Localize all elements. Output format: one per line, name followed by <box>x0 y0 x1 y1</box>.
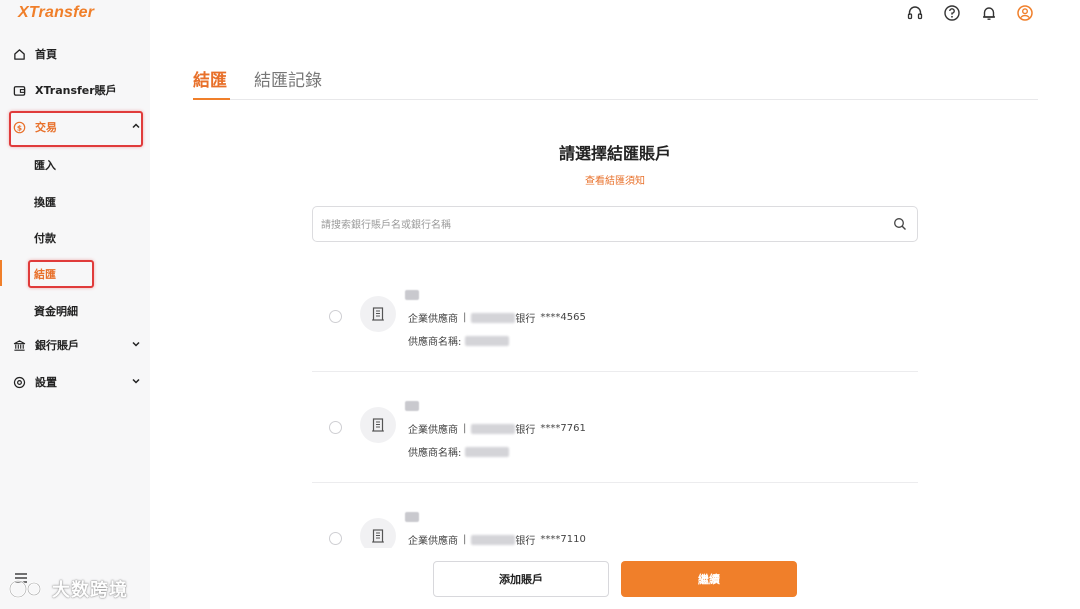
continue-button[interactable]: 繼續 <box>621 561 797 597</box>
chevron-down-icon[interactable] <box>130 375 142 387</box>
account-name-redacted <box>405 401 419 411</box>
account-item[interactable]: 企業供應商 | 银行 ****4565 供應商名稱: <box>312 264 918 372</box>
chevron-down-icon[interactable] <box>130 338 142 350</box>
highlight-box-settlement <box>28 260 94 288</box>
account-item[interactable]: 企業供應商 | 银行 ****7110 <box>312 486 918 548</box>
separator: | <box>463 534 467 545</box>
tab-divider <box>193 99 1038 100</box>
app-logo[interactable]: XTransfer <box>18 4 94 22</box>
watermark-logo-icon <box>8 579 42 599</box>
account-radio[interactable] <box>329 421 342 434</box>
bank-name-redacted <box>471 534 516 545</box>
account-info-line: 企業供應商 | 银行 ****7110 <box>408 532 586 547</box>
active-indicator <box>0 260 2 286</box>
separator: | <box>463 423 467 434</box>
sidebar-item-label: 設置 <box>35 376 57 389</box>
supplier-line: 供應商名稱: <box>408 444 510 459</box>
sidebar-item-label: XTransfer賬戶 <box>35 84 117 97</box>
sidebar-item-xtransfer-account[interactable]: XTransfer賬戶 <box>12 80 117 100</box>
search-box <box>312 206 918 242</box>
sidebar-subitem-payment[interactable]: 付款 <box>34 230 56 246</box>
supplier-label: 供應商名稱: <box>408 337 462 348</box>
app-root: XTransfer 首頁 XTransfer賬戶 $ 交易 匯入 換匯 付款 結… <box>0 0 1080 609</box>
bank-suffix: 银行 <box>515 536 536 547</box>
account-type: 企業供應商 <box>408 314 458 325</box>
bank-icon <box>12 338 26 352</box>
account-number: ****7761 <box>540 423 586 434</box>
account-info-line: 企業供應商 | 银行 ****7761 <box>408 421 586 436</box>
help-icon[interactable] <box>943 4 961 22</box>
supplier-name-redacted <box>465 335 510 346</box>
tab-active-underline <box>193 98 230 100</box>
bank-suffix: 银行 <box>515 425 536 436</box>
row-divider <box>312 371 918 372</box>
settlement-notice-link[interactable]: 查看結匯須知 <box>0 172 1080 187</box>
account-number: ****4565 <box>540 312 586 323</box>
account-info-line: 企業供應商 | 银行 ****4565 <box>408 310 586 325</box>
headset-icon[interactable] <box>906 4 924 22</box>
account-name-redacted <box>405 512 419 522</box>
supplier-line: 供應商名稱: <box>408 333 510 348</box>
row-divider <box>312 482 918 483</box>
account-radio[interactable] <box>329 532 342 545</box>
sidebar-item-bank-account[interactable]: 銀行賬戶 <box>12 335 140 355</box>
account-type: 企業供應商 <box>408 425 458 436</box>
watermark: 大数跨境 <box>8 576 128 602</box>
account-radio[interactable] <box>329 310 342 323</box>
separator: | <box>463 312 467 323</box>
sidebar-item-settings[interactable]: 設置 <box>12 372 140 392</box>
sidebar-item-label: 首頁 <box>35 48 57 61</box>
bank-suffix: 银行 <box>515 314 536 325</box>
tab-settlement[interactable]: 結匯 <box>193 66 227 91</box>
account-item[interactable]: 企業供應商 | 银行 ****7761 供應商名稱: <box>312 375 918 483</box>
user-icon[interactable] <box>1016 4 1034 22</box>
sidebar-item-label: 銀行賬戶 <box>35 339 79 352</box>
home-icon <box>12 47 26 61</box>
wallet-icon <box>12 83 26 97</box>
sidebar: XTransfer 首頁 XTransfer賬戶 $ 交易 匯入 換匯 付款 結… <box>0 0 150 609</box>
sidebar-subitem-fund-details[interactable]: 資金明細 <box>34 303 78 319</box>
bank-name-redacted <box>471 312 516 323</box>
bell-icon[interactable] <box>980 4 998 22</box>
account-number: ****7110 <box>540 534 586 545</box>
search-input[interactable] <box>321 215 881 235</box>
sidebar-subitem-exchange[interactable]: 換匯 <box>34 194 56 210</box>
add-account-button[interactable]: 添加賬戶 <box>433 561 609 597</box>
page-title: 請選擇結匯賬戶 <box>558 144 671 163</box>
sidebar-item-home[interactable]: 首頁 <box>12 44 57 64</box>
search-icon[interactable] <box>893 217 907 231</box>
settings-icon <box>12 375 26 389</box>
building-icon <box>360 296 396 332</box>
tab-settlement-records[interactable]: 結匯記錄 <box>254 66 322 91</box>
bank-name-redacted <box>471 423 516 434</box>
supplier-name-redacted <box>465 446 510 457</box>
building-icon <box>360 518 396 548</box>
building-icon <box>360 407 396 443</box>
supplier-label: 供應商名稱: <box>408 448 462 459</box>
watermark-text: 大数跨境 <box>52 580 128 601</box>
account-type: 企業供應商 <box>408 536 458 547</box>
account-name-redacted <box>405 290 419 300</box>
